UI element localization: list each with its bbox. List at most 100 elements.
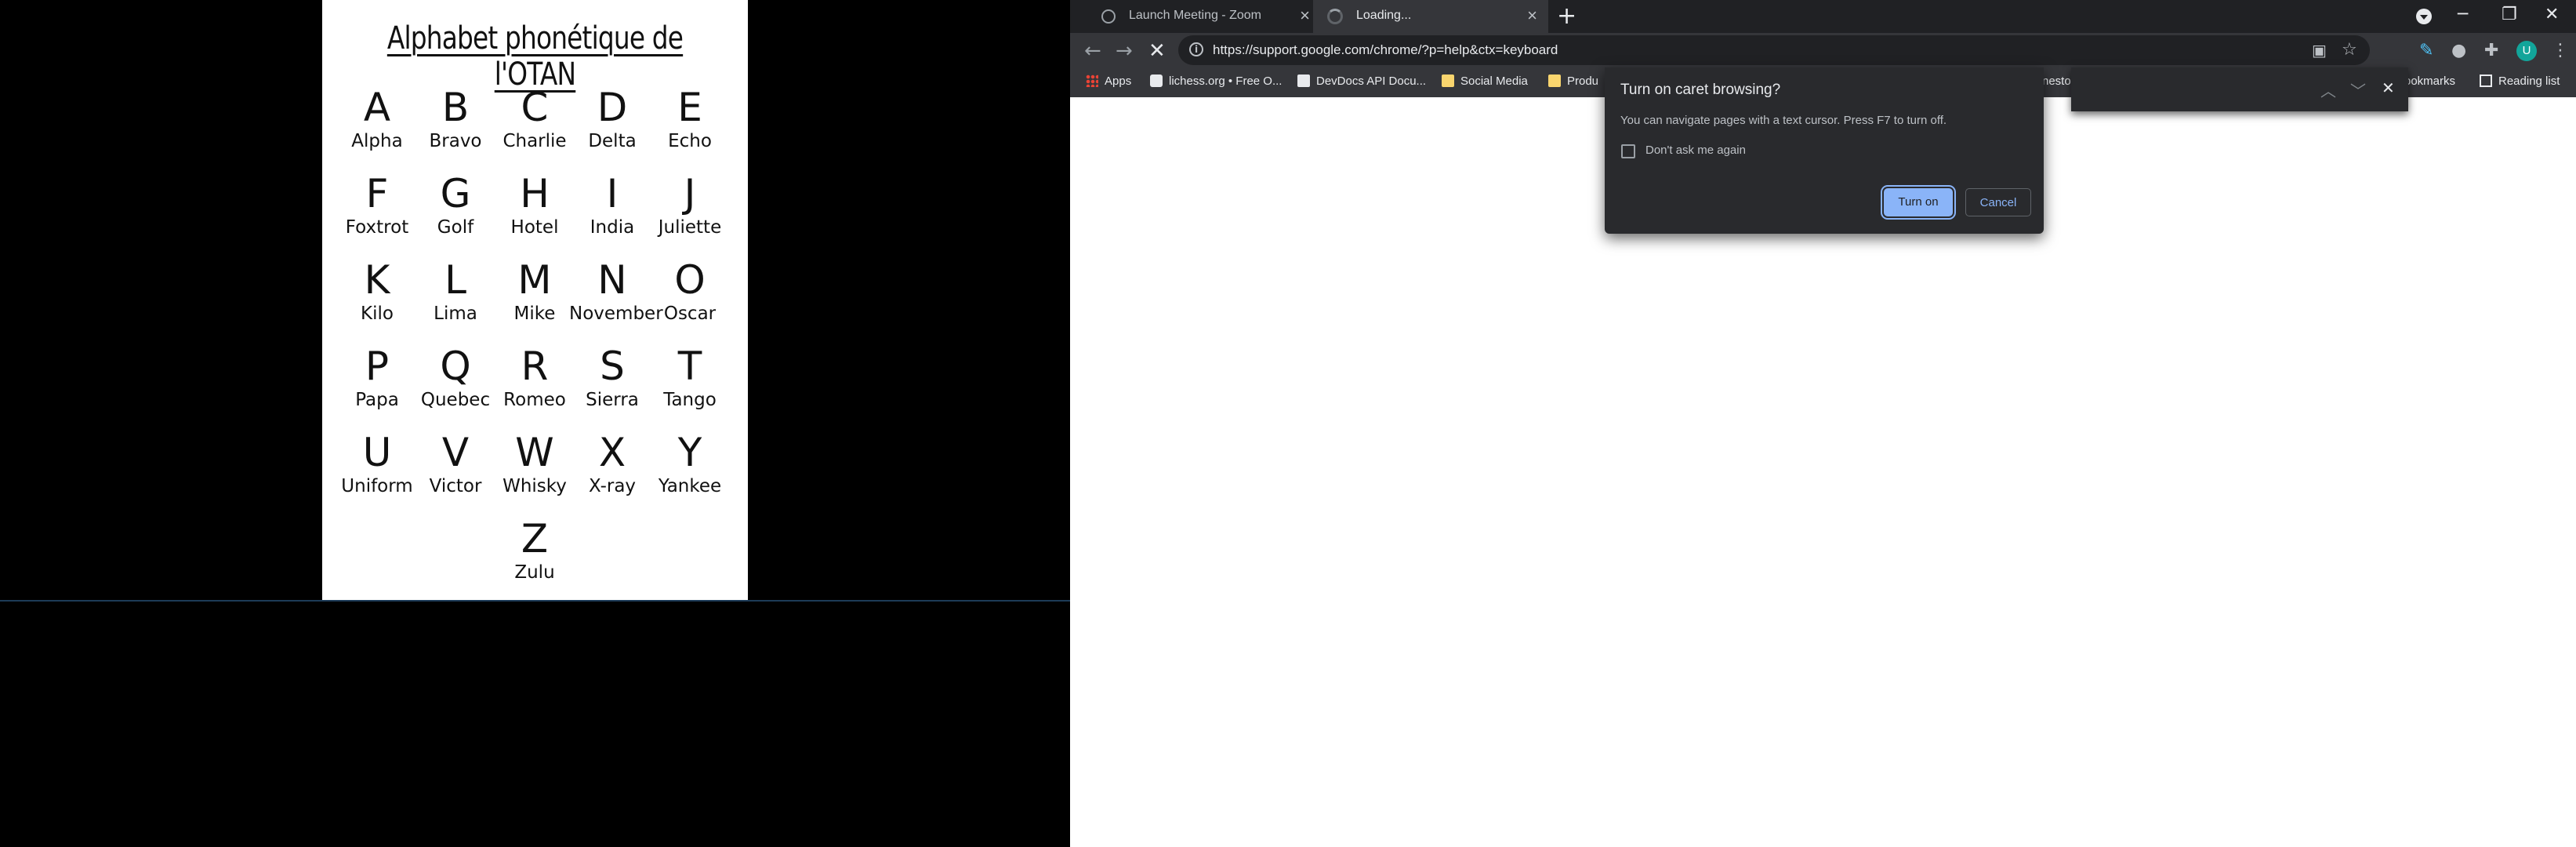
minimize-button[interactable]: ─ <box>2458 5 2468 24</box>
turn-on-button[interactable]: Turn on <box>1884 188 1953 216</box>
alphabet-row: Z Zulu <box>322 516 748 602</box>
code-word: Golf <box>437 217 474 238</box>
tab-search-icon[interactable] <box>2416 9 2432 24</box>
letter: P <box>365 344 390 389</box>
address-bar[interactable]: i https://support.google.com/chrome/?p=h… <box>1178 35 2370 65</box>
alphabet-cell: H Hotel <box>492 171 578 238</box>
reading-list-button[interactable]: Reading list <box>2480 75 2560 88</box>
code-word: Victor <box>429 476 482 496</box>
code-word: India <box>590 217 635 238</box>
dont-ask-label[interactable]: Don't ask me again <box>1645 144 1746 157</box>
code-word: Romeo <box>503 390 566 410</box>
bookmark-other-bookmarks[interactable]: ookmarks <box>2404 75 2455 88</box>
alphabet-cell: J Juliette <box>647 171 733 238</box>
toolbar: ← → ✕ i https://support.google.com/chrom… <box>1070 33 2576 67</box>
reading-list-icon <box>2480 75 2492 87</box>
letter: Q <box>440 344 471 389</box>
letter: X <box>598 430 626 475</box>
extension-icon[interactable]: ● <box>2451 41 2466 60</box>
close-tab-icon[interactable]: × <box>1527 5 1537 26</box>
star-icon[interactable]: ☆ <box>2342 40 2357 60</box>
devdocs-icon <box>1297 75 1310 87</box>
info-icon[interactable]: i <box>1189 42 1203 56</box>
code-word: Juliette <box>658 217 722 238</box>
close-window-button[interactable]: ✕ <box>2545 5 2559 24</box>
tab-loading[interactable]: Loading... × <box>1313 0 1548 33</box>
letter: G <box>440 171 471 216</box>
more-menu-icon[interactable]: ⋮ <box>2552 41 2569 60</box>
page-action-icon[interactable]: ▣ <box>2312 41 2327 60</box>
alphabet-cell: M Mike <box>492 257 578 325</box>
letter: S <box>600 344 625 389</box>
alphabet-cell: D Delta <box>569 85 655 152</box>
alphabet-row: F Foxtrot G Golf H Hotel I India J Juliette <box>322 171 748 257</box>
spinner-icon <box>1327 9 1343 24</box>
bookmark-nesto[interactable]: nesto <box>2042 75 2071 88</box>
code-word: Bravo <box>429 131 482 151</box>
avatar[interactable]: U <box>2516 41 2537 61</box>
alphabet-cell: Z Zulu <box>492 516 578 583</box>
extension-pin-icon[interactable]: ✎ <box>2419 41 2433 60</box>
stop-loading-icon[interactable]: ✕ <box>1148 39 1166 63</box>
code-word: Alpha <box>351 131 403 151</box>
alphabet-cell: N November <box>569 257 663 325</box>
chevron-down-icon[interactable]: ﹀ <box>2350 78 2366 101</box>
code-word: Hotel <box>510 217 559 238</box>
dont-ask-checkbox[interactable] <box>1621 144 1635 158</box>
forward-arrow-icon[interactable]: → <box>1116 39 1133 63</box>
code-word: Yankee <box>658 476 722 496</box>
letter: A <box>363 85 391 130</box>
code-word: Foxtrot <box>345 217 409 238</box>
alphabet-cell: F Foxtrot <box>334 171 420 238</box>
alphabet-row: U Uniform V Victor W Whisky X X-ray Y Yankee <box>322 430 748 516</box>
code-word: Delta <box>588 131 637 151</box>
letter: V <box>441 430 470 475</box>
folder-icon <box>1548 75 1561 87</box>
alphabet-row: K Kilo L Lima M Mike N November O Oscar <box>322 257 748 344</box>
alphabet-cell: B Bravo <box>412 85 499 152</box>
find-bar: ︿ ﹀ ✕ <box>2071 67 2408 111</box>
close-icon[interactable]: ✕ <box>2382 78 2395 97</box>
letter: M <box>517 257 552 303</box>
code-word: Whisky <box>503 476 567 496</box>
chevron-up-icon[interactable]: ︿ <box>2320 78 2336 101</box>
tab-zoom[interactable]: Launch Meeting - Zoom × <box>1086 0 1321 33</box>
apps-grid-icon <box>1086 75 1098 87</box>
alphabet-cell: A Alpha <box>334 85 420 152</box>
alphabet-cell: V Victor <box>412 430 499 497</box>
code-word: Charlie <box>503 131 567 151</box>
letter: W <box>515 430 554 475</box>
back-arrow-icon[interactable]: ← <box>1084 39 1101 63</box>
alphabet-cell: U Uniform <box>334 430 420 497</box>
lichess-icon <box>1150 75 1163 87</box>
bookmark-apps[interactable]: Apps <box>1086 75 1131 88</box>
code-word: Papa <box>355 390 399 410</box>
code-word: Oscar <box>663 304 717 324</box>
new-tab-button[interactable]: + <box>1557 2 1576 30</box>
restore-button[interactable]: ❐ <box>2502 5 2517 24</box>
code-word: November <box>569 304 663 324</box>
code-word: Mike <box>513 304 556 324</box>
folder-icon <box>1442 75 1454 87</box>
letter: L <box>444 257 466 303</box>
cancel-button[interactable]: Cancel <box>1965 188 2031 216</box>
bookmark-social-media[interactable]: Social Media <box>1442 75 1528 88</box>
code-word: X-ray <box>588 476 637 496</box>
puzzle-icon[interactable]: ✚ <box>2484 41 2498 60</box>
bookmark-produ[interactable]: Produ <box>1548 75 1598 88</box>
close-tab-icon[interactable]: × <box>1300 5 1310 26</box>
letter: R <box>521 344 549 389</box>
nato-alphabet-poster: Alphabet phonétique de l'OTAN A Alpha B Bra… <box>322 0 748 600</box>
poster-title: Alphabet phonétique de l'OTAN <box>386 20 684 93</box>
alphabet-row: P Papa Q Quebec R Romeo S Sierra T Tango <box>322 344 748 430</box>
url-text[interactable]: https://support.google.com/chrome/?p=hel… <box>1213 42 1558 58</box>
alphabet-cell: I India <box>569 171 655 238</box>
code-word: Uniform <box>341 476 413 496</box>
globe-icon <box>1101 9 1116 24</box>
chrome-window: Launch Meeting - Zoom × Loading... × + ─… <box>1070 0 2576 847</box>
alphabet-row: A Alpha B Bravo C Charlie D Delta E Echo <box>322 85 748 171</box>
bookmark-lichess[interactable]: lichess.org • Free O... <box>1150 75 1282 88</box>
alphabet-cell: T Tango <box>647 344 733 411</box>
caret-browsing-dialog: Turn on caret browsing? You can navigate… <box>1605 67 2044 234</box>
bookmark-devdocs[interactable]: DevDocs API Docu... <box>1297 75 1426 88</box>
